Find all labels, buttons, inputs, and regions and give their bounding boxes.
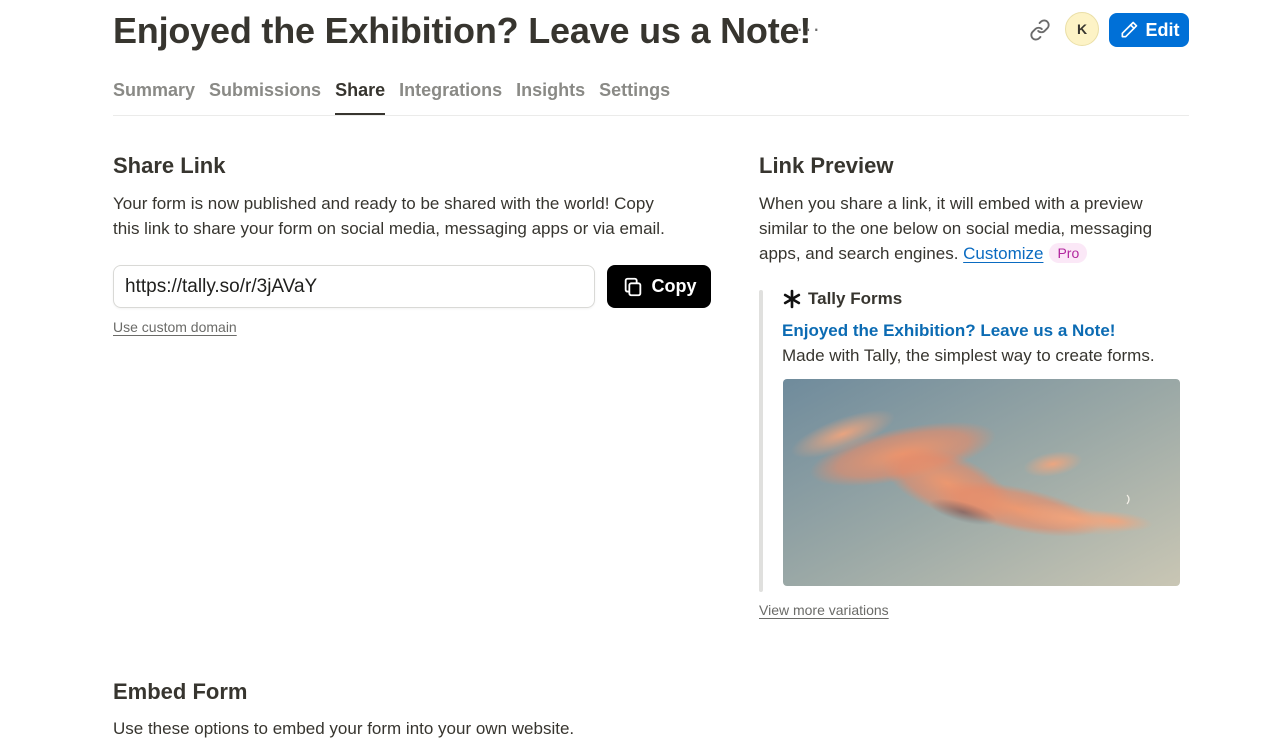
preview-site: Tally Forms bbox=[782, 287, 902, 311]
copy-icon bbox=[624, 277, 641, 296]
edit-label: Edit bbox=[1145, 19, 1180, 40]
tab-share[interactable]: Share bbox=[335, 76, 386, 116]
share-link-heading: Share Link bbox=[113, 153, 226, 178]
customize-link[interactable]: Customize bbox=[963, 244, 1043, 263]
pencil-icon bbox=[1121, 21, 1137, 38]
avatar[interactable]: K bbox=[1065, 12, 1099, 46]
preview-description: Made with Tally, the simplest way to cre… bbox=[782, 346, 1155, 365]
use-custom-domain-link[interactable]: Use custom domain bbox=[113, 319, 237, 335]
copy-label: Copy bbox=[651, 276, 697, 296]
tab-divider bbox=[113, 115, 1189, 116]
tally-asterisk-icon bbox=[783, 289, 801, 309]
preview-site-name: Tally Forms bbox=[808, 289, 903, 308]
tab-settings[interactable]: Settings bbox=[599, 76, 670, 116]
share-link-description-line: this link to share your form on social m… bbox=[113, 219, 665, 238]
share-link-description-line: Your form is now published and ready to … bbox=[113, 194, 654, 213]
copy-link-icon-button[interactable] bbox=[1024, 14, 1056, 46]
tab-insights[interactable]: Insights bbox=[516, 76, 585, 116]
link-preview-description: When you share a link, it will embed wit… bbox=[759, 191, 1189, 266]
preview-title: Enjoyed the Exhibition? Leave us a Note! bbox=[782, 321, 1116, 340]
link-preview-heading: Link Preview bbox=[759, 153, 894, 178]
tab-submissions[interactable]: Submissions bbox=[209, 76, 321, 116]
tab-summary[interactable]: Summary bbox=[113, 76, 195, 116]
view-more-variations-link[interactable]: View more variations bbox=[759, 602, 889, 618]
sky-clouds-image bbox=[783, 379, 1180, 586]
preview-accent-bar bbox=[759, 290, 763, 592]
share-link-description: Your form is now published and ready to … bbox=[113, 191, 713, 241]
preview-image bbox=[783, 379, 1180, 586]
copy-button[interactable]: Copy bbox=[607, 265, 711, 308]
link-preview-description-text: apps, and search engines. bbox=[759, 244, 959, 263]
share-url-value: https://tally.so/r/3jAVaY bbox=[125, 275, 318, 297]
more-options-button[interactable]: ··· bbox=[796, 14, 821, 44]
pro-badge: Pro bbox=[1049, 243, 1088, 263]
link-icon bbox=[1030, 19, 1050, 41]
share-url-field[interactable]: https://tally.so/r/3jAVaY bbox=[113, 265, 595, 308]
link-preview-description-line: When you share a link, it will embed wit… bbox=[759, 194, 1143, 213]
edit-button[interactable]: Edit bbox=[1109, 13, 1189, 47]
embed-form-heading: Embed Form bbox=[113, 679, 248, 704]
page-title: Enjoyed the Exhibition? Leave us a Note! bbox=[113, 10, 812, 51]
tab-bar: Summary Submissions Share Integrations I… bbox=[113, 76, 670, 116]
link-preview-description-line: similar to the one below on social media… bbox=[759, 219, 1153, 238]
tab-integrations[interactable]: Integrations bbox=[399, 76, 502, 116]
embed-form-description: Use these options to embed your form int… bbox=[113, 719, 575, 738]
link-preview-description-line: apps, and search engines. Customize Pro bbox=[759, 241, 1189, 266]
